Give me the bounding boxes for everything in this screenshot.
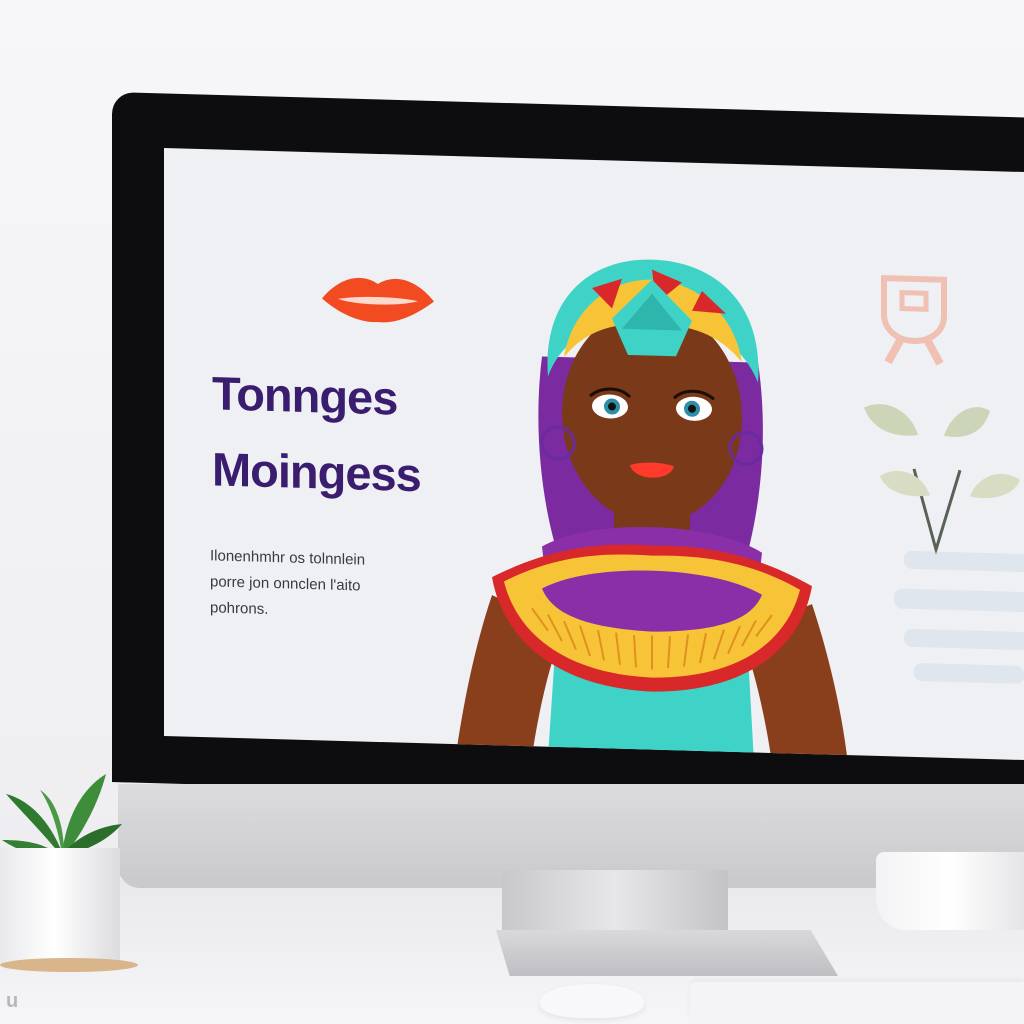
pot-saucer (0, 958, 138, 972)
lips-icon (322, 277, 434, 323)
keyboard (690, 982, 1024, 1024)
plant-pot (0, 848, 120, 970)
slide-body-text: Ilonenhmhr os tolnnlein porre jon onncle… (210, 543, 420, 627)
monitor: Tonnges Moingess Ilonenhmhr os tolnnlein… (112, 92, 1024, 892)
ribbon-emblem-icon (881, 275, 947, 366)
decorative-plant-graphic (864, 275, 1024, 684)
potted-plant (2, 774, 122, 857)
woman-illustration (456, 259, 848, 761)
watermark-icon: u (6, 990, 19, 1012)
monitor-stand-base (496, 930, 838, 976)
leaf-sprig-icon (864, 404, 1020, 555)
monitor-stand-neck (502, 870, 728, 940)
computer-mouse (540, 984, 644, 1018)
slide-title-line2: Moingess (212, 442, 421, 502)
monitor-screen: Tonnges Moingess Ilonenhmhr os tolnnlein… (164, 148, 1024, 761)
body-line-3: pohrons. (210, 599, 269, 618)
desk-cup (876, 852, 1024, 930)
slide-title-line1: Tonnges (212, 366, 398, 425)
